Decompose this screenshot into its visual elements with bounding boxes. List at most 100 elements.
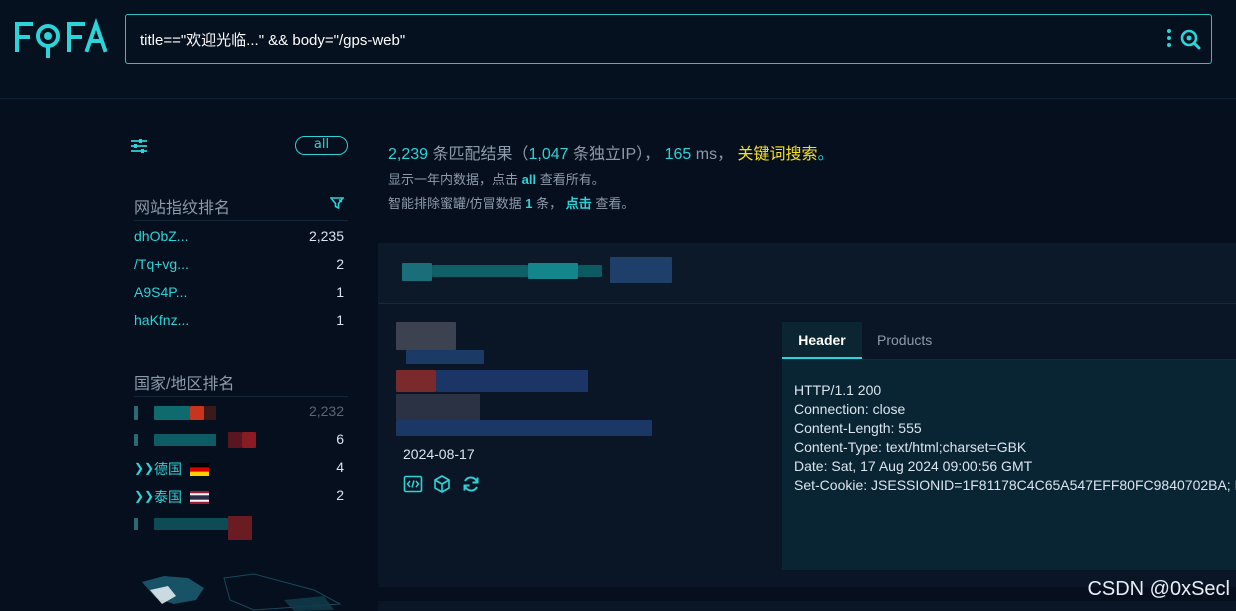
fingerprint-count: 1 bbox=[336, 284, 344, 300]
top-bar: title=="欢迎光临..." && body="/gps-web" bbox=[0, 0, 1236, 99]
all-link[interactable]: all bbox=[522, 172, 536, 187]
result-card: 2024-08-17 Header Products HTTP/1.1 200 … bbox=[378, 243, 1236, 587]
query-time-label: ms， bbox=[695, 146, 734, 163]
search-input[interactable]: title=="欢迎光临..." && body="/gps-web" bbox=[140, 29, 405, 50]
pixelated-region bbox=[436, 370, 588, 392]
http-header-text: HTTP/1.1 200 Connection: close Content-L… bbox=[794, 381, 1236, 495]
more-options-icon[interactable] bbox=[1166, 29, 1172, 49]
header-line: Date: Sat, 17 Aug 2024 09:00:56 GMT bbox=[794, 458, 1033, 474]
pixelated-region bbox=[406, 350, 484, 364]
country-item-germany[interactable]: ❯❯ 德国 4 bbox=[134, 459, 348, 483]
chevron-right-icon: ❯❯ bbox=[134, 461, 155, 475]
country-count: 4 bbox=[336, 459, 344, 475]
country-section-title: 国家/地区排名 bbox=[134, 376, 235, 393]
total-results-label: 条匹配结果（ bbox=[432, 146, 529, 163]
fofa-logo[interactable] bbox=[14, 18, 108, 58]
fingerprint-item[interactable]: /Tq+vg... 2 bbox=[134, 256, 348, 280]
time-range-suffix: 查看所有。 bbox=[539, 172, 605, 187]
pixelated-region bbox=[242, 432, 256, 448]
chevron-right-icon: ❯❯ bbox=[134, 489, 155, 503]
result-tabs: Header Products bbox=[782, 322, 1236, 360]
country-count: 2 bbox=[336, 487, 344, 503]
honeypot-note: 智能排除蜜罐/仿冒数据 1 条， 点击 查看。 bbox=[388, 193, 834, 212]
tab-header[interactable]: Header bbox=[782, 322, 862, 359]
result-actions bbox=[403, 474, 481, 494]
honeypot-suffix: 查看。 bbox=[595, 196, 635, 211]
fingerprint-item[interactable]: haKfnz... 1 bbox=[134, 312, 348, 336]
header-line: HTTP/1.1 200 bbox=[794, 382, 882, 398]
result-host-header[interactable] bbox=[378, 243, 1236, 304]
fingerprint-name: /Tq+vg... bbox=[134, 256, 189, 272]
pixelated-region bbox=[154, 434, 216, 446]
pixelated-region bbox=[154, 406, 190, 420]
keyword-search-link[interactable]: 关键词搜索 bbox=[738, 146, 818, 163]
country-count: 2,232 bbox=[308, 403, 344, 419]
honeypot-count: 1 bbox=[525, 196, 533, 211]
all-filter-button[interactable]: all bbox=[295, 136, 348, 155]
pixelated-region bbox=[154, 518, 228, 530]
unique-ip-label: 条独立IP）， bbox=[573, 146, 661, 163]
header-line: Content-Length: 555 bbox=[794, 420, 922, 436]
honeypot-click-link[interactable]: 点击 bbox=[566, 196, 592, 211]
funnel-icon[interactable] bbox=[330, 196, 344, 210]
fingerprint-section-title: 网站指纹排名 bbox=[134, 200, 231, 217]
result-count-line: 2,239 条匹配结果（1,047 条独立IP）， 165 ms， 关键词搜索。 bbox=[388, 140, 834, 164]
pixelated-region bbox=[204, 406, 216, 420]
pixelated-region bbox=[432, 265, 528, 277]
divider bbox=[134, 220, 348, 221]
http-header-panel: HTTP/1.1 200 Connection: close Content-L… bbox=[782, 360, 1236, 570]
fingerprint-name: dhObZ... bbox=[134, 228, 189, 244]
fingerprint-item[interactable]: dhObZ... 2,235 bbox=[134, 228, 348, 252]
pixelated-region bbox=[402, 263, 432, 281]
country-item-blurred[interactable]: 6 bbox=[134, 431, 348, 455]
fingerprint-name: haKfnz... bbox=[134, 312, 190, 328]
pixelated-region bbox=[134, 518, 138, 530]
fofa-logo-icon bbox=[15, 18, 108, 58]
header-line: Content-Type: text/html;charset=GBK bbox=[794, 439, 1027, 455]
search-summary: 2,239 条匹配结果（1,047 条独立IP）， 165 ms， 关键词搜索。… bbox=[388, 140, 834, 212]
result-date: 2024-08-17 bbox=[403, 446, 475, 462]
country-item-blurred[interactable] bbox=[134, 515, 348, 540]
country-name: 泰国 bbox=[154, 489, 182, 505]
code-icon[interactable] bbox=[403, 474, 423, 494]
pixelated-region bbox=[610, 257, 672, 283]
fingerprint-name: A9S4P... bbox=[134, 284, 188, 300]
fingerprint-item[interactable]: A9S4P... 1 bbox=[134, 284, 348, 308]
next-result-card-edge bbox=[378, 601, 1236, 611]
time-range-note: 显示一年内数据，点击 all 查看所有。 bbox=[388, 169, 834, 188]
honeypot-mid: 条， bbox=[536, 196, 563, 211]
pixelated-region bbox=[396, 394, 480, 420]
header-line: Set-Cookie: JSESSIONID=1F81178C4C65A547E… bbox=[794, 477, 1236, 493]
fingerprint-count: 2 bbox=[336, 256, 344, 272]
honeypot-prefix: 智能排除蜜罐/仿冒数据 bbox=[388, 196, 522, 211]
search-icon[interactable] bbox=[1179, 28, 1201, 50]
filter-settings-icon[interactable] bbox=[130, 138, 148, 154]
country-item-thailand[interactable]: ❯❯ 泰国 2 bbox=[134, 487, 348, 511]
fingerprint-count: 2,235 bbox=[308, 228, 344, 244]
pixelated-region bbox=[578, 265, 602, 277]
search-box[interactable]: title=="欢迎光临..." && body="/gps-web" bbox=[125, 14, 1212, 64]
divider bbox=[134, 396, 348, 397]
germany-flag-icon bbox=[190, 463, 209, 476]
unique-ip-count: 1,047 bbox=[528, 146, 569, 163]
country-item-blurred[interactable]: 2,232 bbox=[134, 403, 348, 427]
query-time: 165 bbox=[664, 146, 692, 163]
pixelated-region bbox=[396, 420, 652, 436]
country-count: 6 bbox=[336, 431, 344, 447]
cube-icon[interactable] bbox=[432, 474, 452, 494]
pixelated-region bbox=[396, 322, 456, 350]
pixelated-region bbox=[134, 434, 138, 446]
pixelated-region bbox=[190, 406, 204, 420]
pixelated-region bbox=[134, 406, 138, 420]
pixelated-region bbox=[396, 370, 436, 392]
fingerprint-count: 1 bbox=[336, 312, 344, 328]
tab-products[interactable]: Products bbox=[877, 322, 932, 359]
period: 。 bbox=[817, 146, 834, 163]
pixelated-region bbox=[528, 263, 578, 279]
pixelated-region bbox=[228, 432, 242, 448]
watermark: CSDN @0xSecl bbox=[1087, 578, 1230, 600]
pixelated-region bbox=[228, 516, 252, 540]
world-map-thumbnail bbox=[142, 573, 342, 611]
refresh-icon[interactable] bbox=[461, 474, 481, 494]
time-range-prefix: 显示一年内数据，点击 bbox=[388, 172, 519, 187]
